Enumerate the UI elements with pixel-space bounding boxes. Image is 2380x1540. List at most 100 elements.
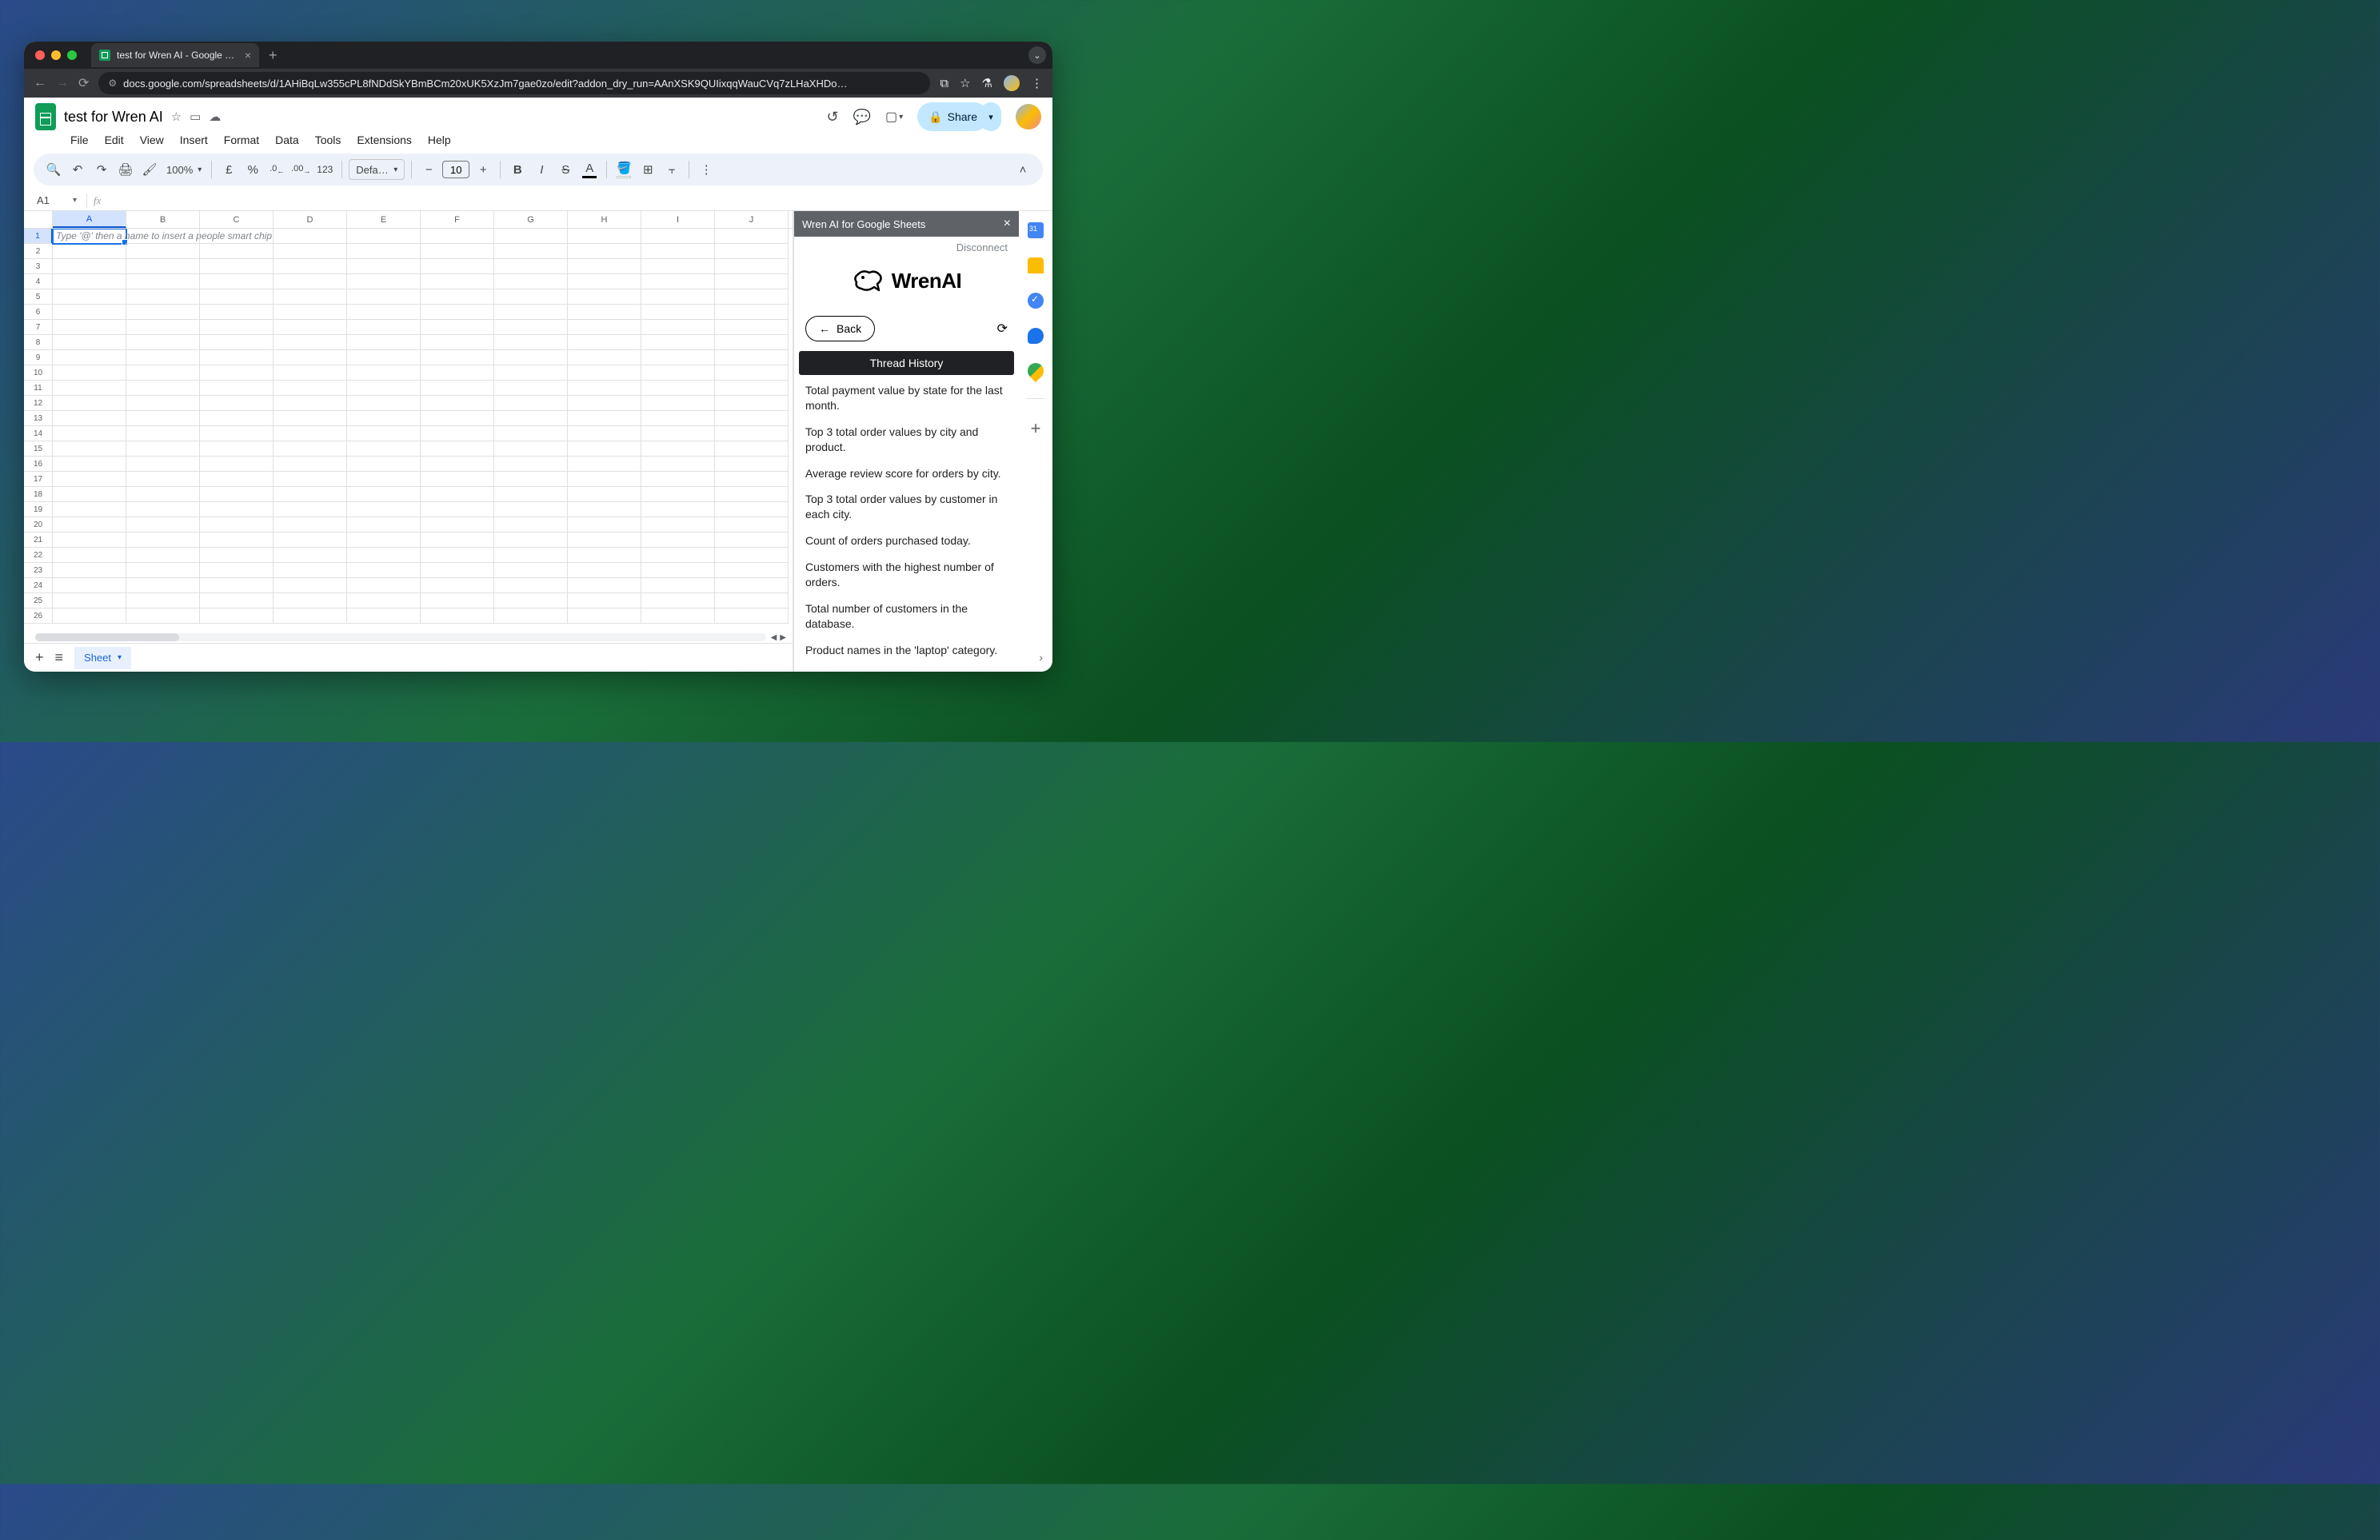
cell[interactable] <box>200 244 274 259</box>
cell[interactable] <box>715 578 789 593</box>
cell[interactable] <box>715 457 789 472</box>
cell[interactable] <box>53 335 126 350</box>
cell[interactable] <box>641 517 715 533</box>
row-header[interactable]: 21 <box>24 533 53 548</box>
new-tab-button[interactable]: + <box>266 47 281 64</box>
menu-file[interactable]: File <box>64 131 95 149</box>
cell[interactable] <box>494 244 568 259</box>
scroll-right-icon[interactable]: ▶ <box>780 633 786 642</box>
row-header[interactable]: 7 <box>24 320 53 335</box>
cell[interactable] <box>126 426 200 441</box>
column-header[interactable]: E <box>347 211 421 228</box>
maps-icon[interactable] <box>1024 360 1047 382</box>
cell[interactable] <box>641 365 715 381</box>
menu-help[interactable]: Help <box>421 131 457 149</box>
cell[interactable] <box>568 426 641 441</box>
sheets-logo-icon[interactable] <box>35 103 56 130</box>
cell[interactable] <box>200 533 274 548</box>
cell[interactable] <box>494 533 568 548</box>
cell[interactable] <box>421 593 494 608</box>
cell[interactable] <box>641 411 715 426</box>
column-header[interactable]: I <box>641 211 715 228</box>
cell[interactable] <box>347 457 421 472</box>
doc-title[interactable]: test for Wren AI <box>64 109 163 126</box>
column-header[interactable]: C <box>200 211 274 228</box>
font-family-select[interactable]: Defaul… ▾ <box>349 159 405 180</box>
site-info-icon[interactable]: ⚙ <box>108 78 117 89</box>
tab-close-icon[interactable]: × <box>245 49 251 62</box>
cell[interactable] <box>53 259 126 274</box>
refresh-icon[interactable]: ⟳ <box>997 321 1008 337</box>
calendar-icon[interactable] <box>1028 222 1044 238</box>
cell[interactable] <box>53 533 126 548</box>
cell[interactable] <box>641 381 715 396</box>
menu-extensions[interactable]: Extensions <box>350 131 417 149</box>
cell[interactable] <box>641 426 715 441</box>
cell[interactable] <box>568 274 641 289</box>
menu-edit[interactable]: Edit <box>98 131 130 149</box>
row-header[interactable]: 2 <box>24 244 53 259</box>
bold-button[interactable]: B <box>507 159 528 180</box>
cell[interactable] <box>421 441 494 457</box>
cell[interactable] <box>494 229 568 244</box>
cell[interactable] <box>494 350 568 365</box>
cell[interactable] <box>715 487 789 502</box>
cell[interactable] <box>715 441 789 457</box>
back-button[interactable]: ← Back <box>805 316 875 341</box>
all-sheets-button[interactable]: ≡ <box>55 649 64 666</box>
cell[interactable] <box>494 381 568 396</box>
cell[interactable] <box>53 244 126 259</box>
row-header[interactable]: 9 <box>24 350 53 365</box>
cell[interactable] <box>274 305 347 320</box>
cell[interactable] <box>421 244 494 259</box>
cell[interactable] <box>347 472 421 487</box>
cell[interactable] <box>200 305 274 320</box>
cell[interactable] <box>715 244 789 259</box>
cell[interactable] <box>347 289 421 305</box>
cell[interactable] <box>715 305 789 320</box>
cell[interactable] <box>494 502 568 517</box>
cell[interactable] <box>421 350 494 365</box>
cell[interactable] <box>347 365 421 381</box>
text-color-button[interactable]: A <box>579 162 600 178</box>
cell[interactable] <box>126 457 200 472</box>
menu-view[interactable]: View <box>134 131 170 149</box>
cell[interactable] <box>641 320 715 335</box>
cell[interactable] <box>715 335 789 350</box>
cell[interactable] <box>53 548 126 563</box>
menu-format[interactable]: Format <box>218 131 266 149</box>
row-header[interactable]: 20 <box>24 517 53 533</box>
row-header[interactable]: 6 <box>24 305 53 320</box>
row-header[interactable]: 8 <box>24 335 53 350</box>
menu-insert[interactable]: Insert <box>174 131 214 149</box>
cell[interactable] <box>715 365 789 381</box>
cell[interactable] <box>568 411 641 426</box>
cell[interactable] <box>641 563 715 578</box>
cell[interactable] <box>200 396 274 411</box>
thread-item[interactable]: Total payment value by state for the las… <box>805 383 1008 413</box>
cell[interactable] <box>494 548 568 563</box>
cell[interactable] <box>53 411 126 426</box>
cell[interactable] <box>347 381 421 396</box>
cell[interactable] <box>641 229 715 244</box>
cell[interactable] <box>494 411 568 426</box>
cell[interactable] <box>274 457 347 472</box>
cell[interactable] <box>715 608 789 624</box>
row-header[interactable]: 4 <box>24 274 53 289</box>
cell[interactable] <box>641 578 715 593</box>
thread-item[interactable]: Count of orders purchased today. <box>805 533 1008 549</box>
cell[interactable] <box>53 441 126 457</box>
cell[interactable] <box>641 244 715 259</box>
cell[interactable] <box>126 259 200 274</box>
cell[interactable] <box>641 259 715 274</box>
cell[interactable] <box>421 502 494 517</box>
cell[interactable] <box>494 274 568 289</box>
cell[interactable] <box>200 472 274 487</box>
select-all-corner[interactable] <box>24 211 53 228</box>
print-icon[interactable]: 🖨 <box>115 159 136 180</box>
row-header[interactable]: 11 <box>24 381 53 396</box>
cell[interactable] <box>568 457 641 472</box>
row-header[interactable]: 26 <box>24 608 53 624</box>
column-header[interactable]: A <box>53 211 126 228</box>
cell[interactable] <box>641 305 715 320</box>
